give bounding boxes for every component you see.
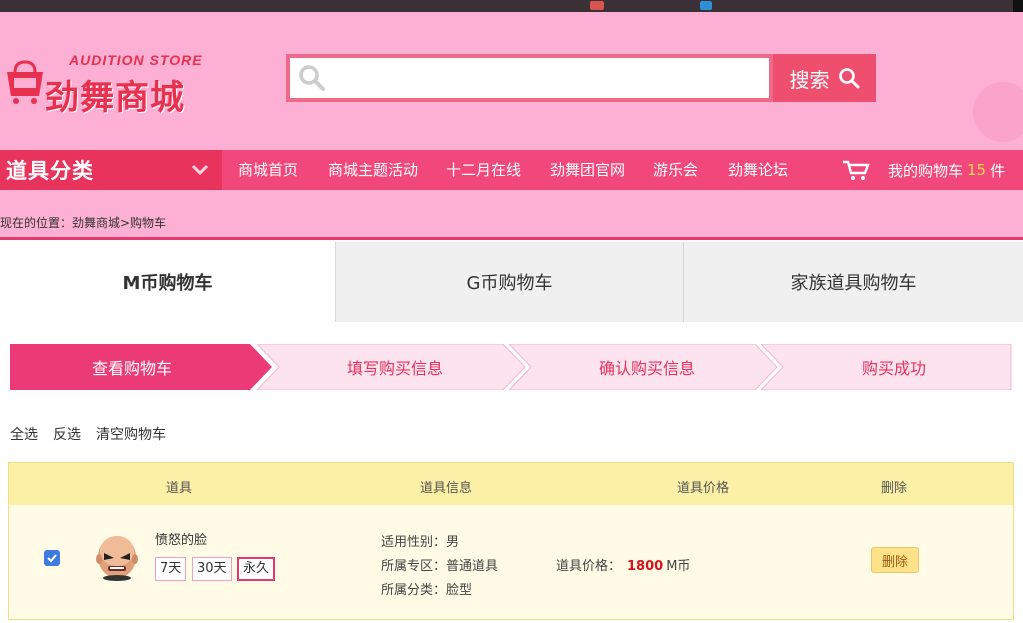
- top-strip: [0, 0, 1023, 12]
- step-view-cart: 查看购物车: [91, 359, 172, 378]
- duration-option-7d[interactable]: 7天: [155, 557, 187, 581]
- item-zone: 所属专区：普通道具: [381, 559, 499, 574]
- header-item-price: 道具价格: [677, 481, 730, 496]
- select-all-link[interactable]: 全选: [10, 424, 38, 444]
- step-fill-info: 填写购买信息: [346, 359, 443, 378]
- item-avatar-image: [96, 536, 138, 581]
- search-icon: [299, 65, 325, 91]
- item-category: 所属分类：脸型: [381, 583, 473, 598]
- item-checkbox[interactable]: [44, 550, 60, 566]
- price-value: 1800: [627, 559, 664, 574]
- table-row: 愤怒的脸 7天 30天 永久 适用性别：男 所属专区：普通道具 所属分类：脸型 …: [9, 505, 1013, 619]
- price-currency: M币: [666, 559, 691, 574]
- header-delete: 删除: [881, 481, 908, 496]
- header-item-info: 道具信息: [420, 481, 473, 496]
- cart-unit: 件: [990, 161, 1006, 180]
- clear-cart-link[interactable]: 清空购物车: [96, 424, 166, 444]
- logo-chinese-text: 劲舞商城: [45, 78, 185, 118]
- tab-family-item-cart[interactable]: 家族道具购物车: [683, 242, 1023, 322]
- item-name: 愤怒的脸: [155, 533, 208, 548]
- delete-button[interactable]: 删除: [871, 547, 919, 573]
- header-item: 道具: [166, 481, 193, 496]
- search-button-label: 搜索: [789, 67, 830, 92]
- cart-table: 道具 道具信息 道具价格 删除 愤怒的脸 7天 30天 永久 适用性别：男 所属…: [8, 462, 1014, 620]
- breadcrumb-area: 现在的位置：劲舞商城>购物车: [0, 190, 1023, 240]
- breadcrumb: 现在的位置：劲舞商城>购物车: [0, 216, 167, 230]
- logo-english-text: AUDITION STORE: [69, 52, 203, 68]
- search-input[interactable]: [334, 63, 769, 93]
- decorative-bubble: [973, 82, 1023, 142]
- main-nav: 道具分类 商城首页 商城主题活动 十二月在线 劲舞团官网 游乐会 劲舞论坛 我的…: [0, 150, 1023, 190]
- shopping-bag-logo-icon: [7, 60, 43, 104]
- nav-item-official-site[interactable]: 劲舞团官网: [550, 150, 625, 190]
- store-logo[interactable]: AUDITION STORE 劲舞商城: [5, 48, 240, 118]
- nav-item-forum[interactable]: 劲舞论坛: [728, 150, 788, 190]
- search-box: [286, 54, 773, 102]
- cart-icon: [843, 160, 870, 180]
- nav-item-december-online[interactable]: 十二月在线: [446, 150, 521, 190]
- category-dropdown[interactable]: 道具分类: [0, 150, 222, 190]
- nav-item-fun-meeting[interactable]: 游乐会: [653, 150, 698, 190]
- cart-label: 我的购物车: [888, 161, 964, 180]
- price-label: 道具价格：: [556, 559, 622, 574]
- search-button[interactable]: 搜索: [773, 54, 876, 102]
- search-button-icon: [838, 68, 859, 89]
- search-bar: 搜索: [286, 54, 876, 102]
- nav-item-home[interactable]: 商城首页: [238, 150, 298, 190]
- weibo-icon[interactable]: [590, 1, 604, 10]
- checkmark-icon: [47, 554, 57, 563]
- tab-g-coin-cart[interactable]: G币购物车: [335, 242, 683, 322]
- step-success: 购买成功: [861, 359, 926, 378]
- invert-selection-link[interactable]: 反选: [53, 424, 81, 444]
- duration-option-permanent[interactable]: 永久: [237, 557, 276, 581]
- table-header: 道具 道具信息 道具价格 删除: [9, 463, 1013, 505]
- category-label: 道具分类: [6, 159, 94, 183]
- cart-count: 15: [967, 161, 987, 179]
- qq-icon[interactable]: [700, 1, 712, 10]
- selection-controls: 全选 反选 清空购物车: [10, 424, 166, 444]
- item-gender: 适用性别：男: [381, 535, 460, 550]
- tab-m-coin-cart[interactable]: M币购物车: [0, 242, 335, 322]
- chevron-down-icon: [191, 164, 209, 176]
- step-confirm-info: 确认购买信息: [598, 359, 695, 378]
- my-cart-link[interactable]: 我的购物车 15 件: [842, 150, 1005, 190]
- cart-tabs: M币购物车 G币购物车 家族道具购物车: [0, 242, 1023, 322]
- site-header: AUDITION STORE 劲舞商城 搜索: [0, 12, 1023, 150]
- item-price: 道具价格： 1800 M币: [556, 555, 690, 574]
- nav-item-theme-events[interactable]: 商城主题活动: [328, 150, 418, 190]
- duration-option-30d[interactable]: 30天: [192, 557, 232, 581]
- checkout-steps: 查看购物车 填写购买信息 确认购买信息 购买成功: [10, 344, 1012, 390]
- top-strip-corner: [1013, 0, 1023, 12]
